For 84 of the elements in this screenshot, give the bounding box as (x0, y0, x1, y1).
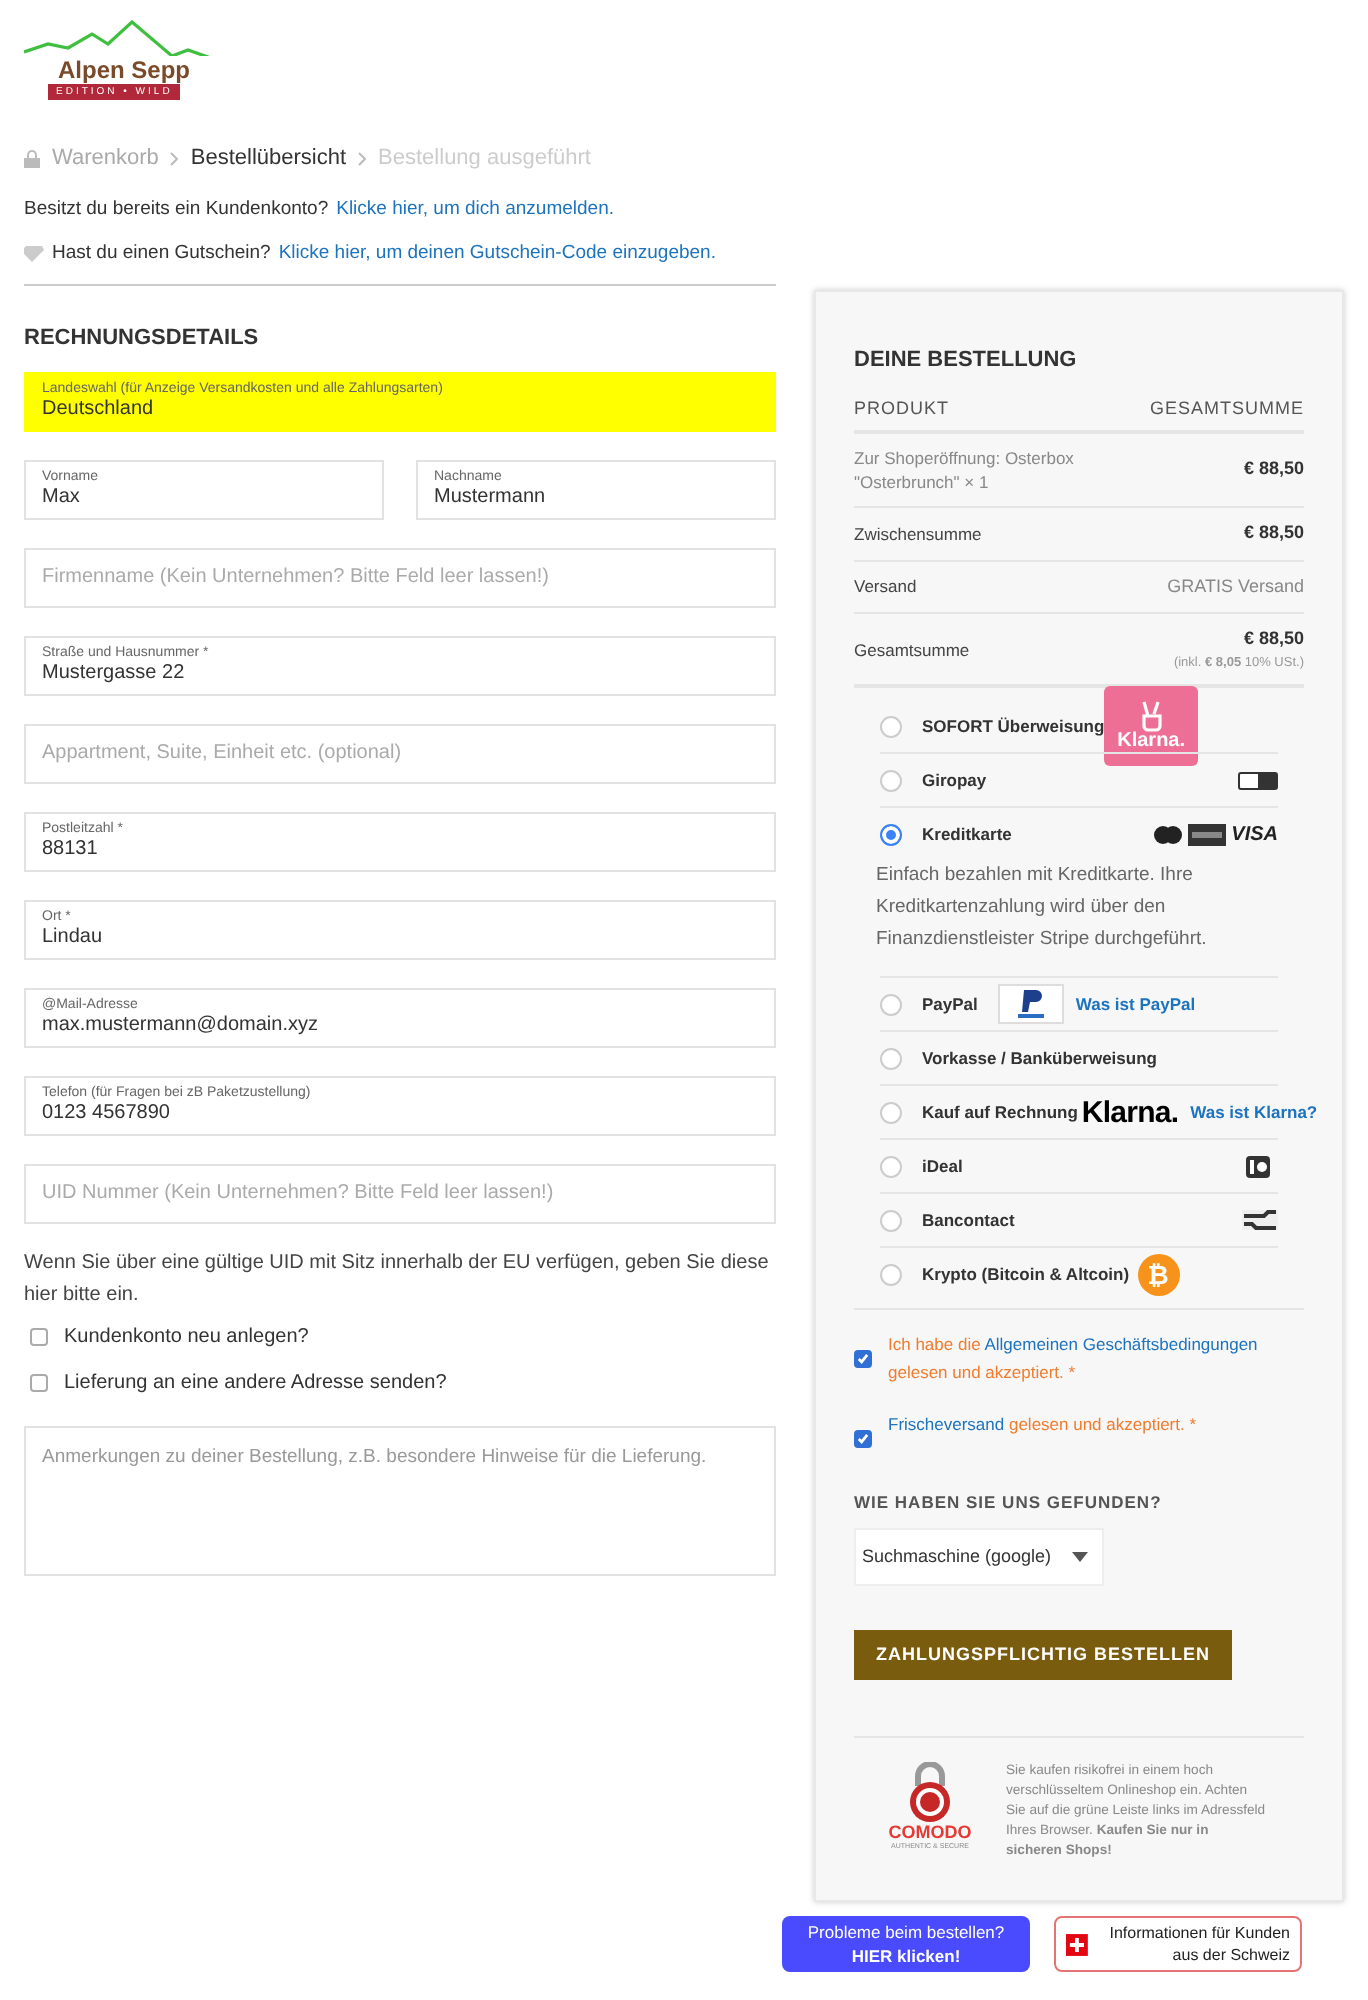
panel-title: DEINE BESTELLUNG (854, 346, 1079, 376)
order-button[interactable]: ZAHLUNGSPFLICHTIG BESTELLEN (854, 1630, 1232, 1680)
payment-option[interactable]: Bancontact (922, 1207, 1015, 1234)
radio-button[interactable] (880, 993, 902, 1016)
payment-option[interactable]: Giropay (922, 767, 987, 794)
terms-link[interactable]: Frischeversand (888, 1414, 1005, 1435)
visa-logo: VISA (1231, 821, 1278, 850)
checkbox[interactable] (30, 1327, 48, 1345)
payment-option[interactable]: Kreditkarte (922, 821, 1012, 848)
column-header: PRODUKT (854, 395, 950, 421)
field-value: Lindau (42, 926, 105, 950)
summary-label: Versand (854, 574, 917, 599)
ideal-icon (1246, 1155, 1270, 1178)
terms-text: Frischeversand gelesen und akzeptiert. * (888, 1412, 1197, 1439)
summary-label: Gesamtsumme (854, 637, 970, 662)
klarna-logo: Klarna. (1081, 1097, 1179, 1128)
bitcoin-icon: ₿ (1137, 1253, 1180, 1296)
notice-link[interactable]: Klicke hier, um dich anzumelden. (336, 195, 614, 224)
tag-icon (24, 245, 44, 262)
bancontact-icon (1242, 1210, 1278, 1231)
summary-label: Zur Shoperöffnung: Osterbox "Osterbrunch" × 1 (854, 446, 1076, 494)
payment-option[interactable]: PayPal (922, 991, 978, 1018)
field-value: max.mustermann@domain.xyz (42, 1014, 320, 1038)
notice-text: Hast du einen Gutschein? (52, 239, 271, 268)
field-value: Max (42, 486, 82, 510)
klarna-badge: Klarna. (1104, 686, 1198, 767)
radio-button[interactable] (880, 1263, 902, 1286)
notice-link[interactable]: Klicke hier, um deinen Gutschein-Code einzugeben. (278, 239, 716, 268)
field-value: 0123 4567890 (42, 1102, 172, 1126)
placeholder-text: Anmerkungen zu deiner Bestellung, z.B. besondere Hinweise für die Lieferung. (42, 1445, 707, 1467)
giropay-icon (1238, 771, 1278, 790)
radio-button[interactable] (880, 1101, 902, 1124)
column-header: GESAMTSUMME (1149, 395, 1304, 421)
payment-option[interactable]: SOFORT Überweisung (922, 713, 1105, 740)
radio-button[interactable] (880, 823, 902, 846)
summary-value: GRATIS Versand (1167, 573, 1304, 599)
breadcrumb-step: Bestellübersicht (190, 142, 347, 175)
notice-text: Besitzt du bereits ein Kundenkonto? (24, 195, 329, 223)
payment-option[interactable]: Kauf auf Rechnung (922, 1099, 1078, 1126)
info-link[interactable]: Was ist Klarna? (1190, 1099, 1318, 1126)
field-value: Mustermann (434, 486, 548, 510)
placeholder-text: UID Nummer (Kein Unternehmen? Bitte Feld leer lassen!) (42, 1180, 556, 1208)
radio-button[interactable] (880, 1209, 902, 1232)
card-icon (1187, 823, 1226, 846)
uid-note: Wenn Sie über eine gültige UID mit Sitz innerhalb der EU verfügen, geben Sie diese hier bitte ein. (24, 1249, 771, 1309)
help-button[interactable]: Probleme beim bestellen? HIER klicken! (782, 1916, 1030, 1972)
payment-option[interactable]: Krypto (Bitcoin & Altcoin) (922, 1261, 1130, 1288)
padlock-icon (906, 1762, 954, 1822)
payment-description: Einfach bezahlen mit Kreditkarte. Ihre Kreditkartenzahlung wird über den Finanzdienstleister Stripe durchgeführt. (876, 862, 1209, 955)
checkbox[interactable] (30, 1373, 48, 1391)
field-value: 88131 (42, 838, 100, 862)
payment-option[interactable]: Vorkasse / Banküberweisung (922, 1045, 1157, 1072)
checkbox[interactable] (854, 1430, 872, 1449)
checkbox-label[interactable]: Kundenkonto neu anlegen? (64, 1321, 309, 1351)
card-icon (1153, 825, 1182, 844)
summary-value: € 88,50 (1243, 626, 1304, 652)
radio-button[interactable] (880, 769, 902, 792)
summary-label: Zwischensumme (854, 521, 982, 546)
paypal-icon (997, 984, 1064, 1025)
chevron-icon (358, 151, 367, 166)
info-link[interactable]: Was ist PayPal (1075, 991, 1196, 1018)
question-label: WIE HABEN SIE UNS GEFUNDEN? (854, 1490, 1164, 1516)
checkbox[interactable] (854, 1350, 872, 1369)
radio-button[interactable] (880, 1047, 902, 1070)
terms-link[interactable]: Allgemeinen Geschäftsbedingungen (984, 1334, 1258, 1355)
chevron-icon (170, 151, 179, 166)
section-title: RECHNUNGSDETAILS (24, 324, 261, 354)
placeholder-text: Firmenname (Kein Unternehmen? Bitte Feld leer lassen!) (42, 564, 551, 592)
summary-value: € 88,50 (1243, 456, 1304, 483)
terms-text: Ich habe die Allgemeinen Geschäftsbedingungen gelesen und akzeptiert. * (888, 1332, 1260, 1387)
field-value: Mustergasse 22 (42, 662, 187, 686)
checkbox-label[interactable]: Lieferung an eine andere Adresse senden? (64, 1367, 447, 1397)
placeholder-text: Appartment, Suite, Einheit etc. (optional) (42, 740, 404, 768)
lock-icon (24, 149, 40, 168)
radio-button[interactable] (880, 715, 902, 738)
summary-value: € 88,50 (1243, 520, 1304, 546)
hand-icon (1137, 700, 1166, 733)
comodo-logo-text: COMODO (888, 1822, 972, 1842)
field-value: Deutschland (42, 398, 156, 422)
swiss-info-button[interactable]: Informationen für Kunden aus der Schweiz (1054, 1916, 1302, 1972)
radio-button[interactable] (880, 1155, 902, 1178)
caret-icon (1071, 1552, 1088, 1562)
payment-option[interactable]: iDeal (922, 1153, 963, 1180)
source-select[interactable]: Suchmaschine (google) (854, 1528, 1104, 1586)
